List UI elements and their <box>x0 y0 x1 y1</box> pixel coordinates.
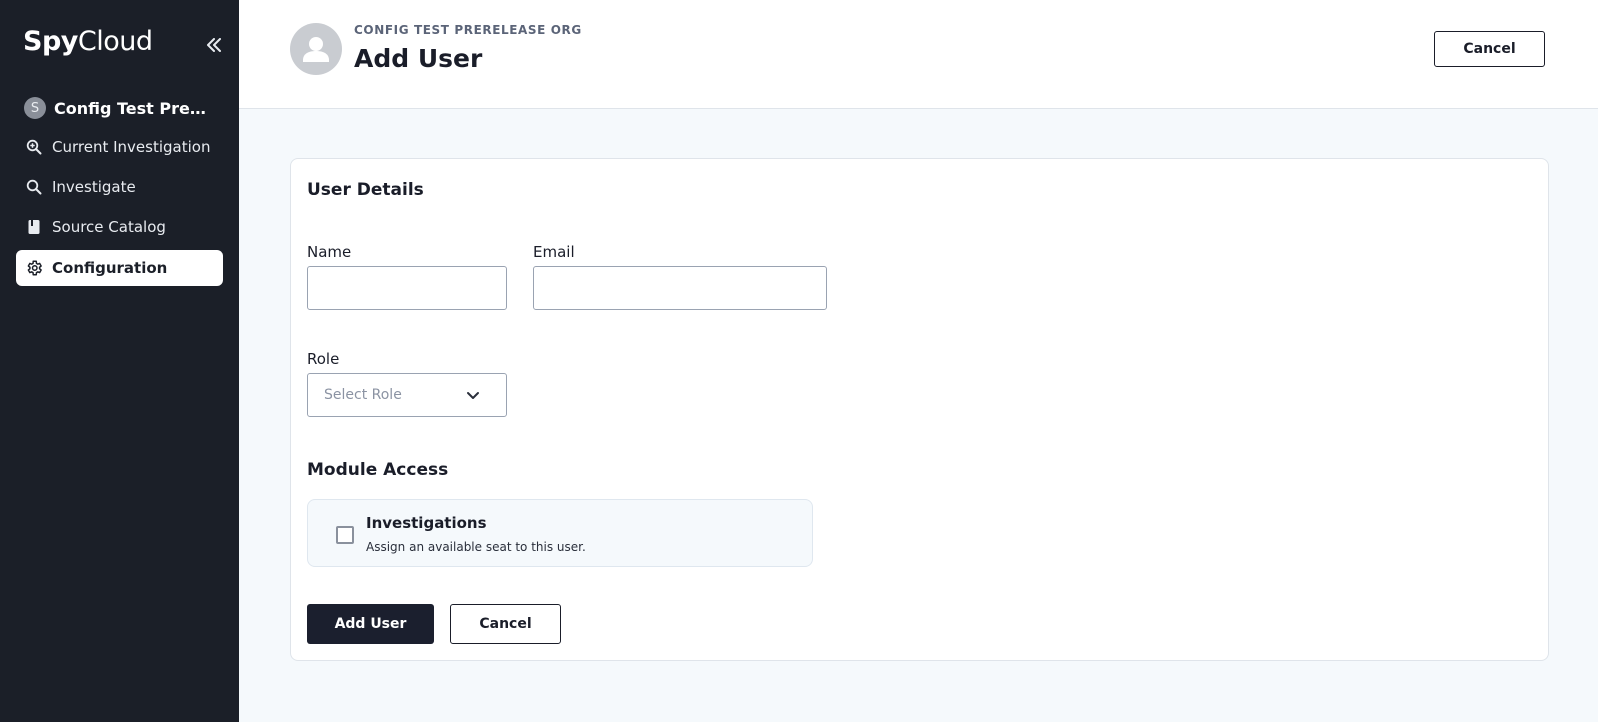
role-select-placeholder: Select Role <box>324 387 402 403</box>
add-user-button[interactable]: Add User <box>307 604 434 644</box>
role-select[interactable]: Select Role <box>307 373 507 417</box>
book-icon <box>25 218 43 236</box>
header-cancel-button[interactable]: Cancel <box>1434 31 1545 67</box>
chevron-down-icon <box>466 388 480 406</box>
sidebar: SpyCloud S Config Test PreRelease Org Cu… <box>0 0 239 722</box>
org-name: Config Test PreRelease Org <box>54 98 216 118</box>
module-item-description: Assign an available seat to this user. <box>366 540 586 554</box>
sidebar-item-configuration[interactable]: Configuration <box>16 250 223 286</box>
spycloud-logo[interactable]: SpyCloud <box>23 26 153 57</box>
sidebar-item-label: Investigate <box>52 178 136 196</box>
module-item-title: Investigations <box>366 514 487 532</box>
search-icon <box>25 178 43 196</box>
sidebar-item-investigate[interactable]: Investigate <box>16 169 223 205</box>
name-field[interactable] <box>307 266 507 310</box>
org-avatar: S <box>24 97 46 119</box>
user-details-heading: User Details <box>307 180 424 200</box>
org-label: CONFIG TEST PRERELEASE ORG <box>354 23 582 37</box>
gear-icon <box>25 259 43 277</box>
sidebar-item-label: Source Catalog <box>52 218 166 236</box>
sidebar-item-label: Configuration <box>52 259 168 277</box>
collapse-sidebar-icon[interactable] <box>203 34 225 56</box>
sidebar-item-label: Current Investigation <box>52 138 211 156</box>
zoom-in-icon <box>25 138 43 156</box>
page-title: Add User <box>354 44 483 73</box>
module-access-heading: Module Access <box>307 460 449 480</box>
user-details-card: User Details Name Email Role Select Role… <box>290 158 1549 661</box>
sidebar-item-source-catalog[interactable]: Source Catalog <box>16 209 223 245</box>
cancel-button[interactable]: Cancel <box>450 604 561 644</box>
investigations-checkbox[interactable] <box>336 526 354 544</box>
module-item-investigations[interactable]: Investigations Assign an available seat … <box>307 499 813 567</box>
sidebar-item-current-investigation[interactable]: Current Investigation <box>16 129 223 165</box>
logo-text-bold: Spy <box>23 26 78 57</box>
role-label: Role <box>307 350 340 368</box>
name-label: Name <box>307 243 352 261</box>
logo-text-light: Cloud <box>77 26 153 57</box>
email-label: Email <box>533 243 575 261</box>
page-header: CONFIG TEST PRERELEASE ORG Add User Canc… <box>239 0 1598 109</box>
org-switcher[interactable]: S Config Test PreRelease Org <box>24 96 224 120</box>
email-field[interactable] <box>533 266 827 310</box>
user-avatar-icon <box>290 23 342 75</box>
